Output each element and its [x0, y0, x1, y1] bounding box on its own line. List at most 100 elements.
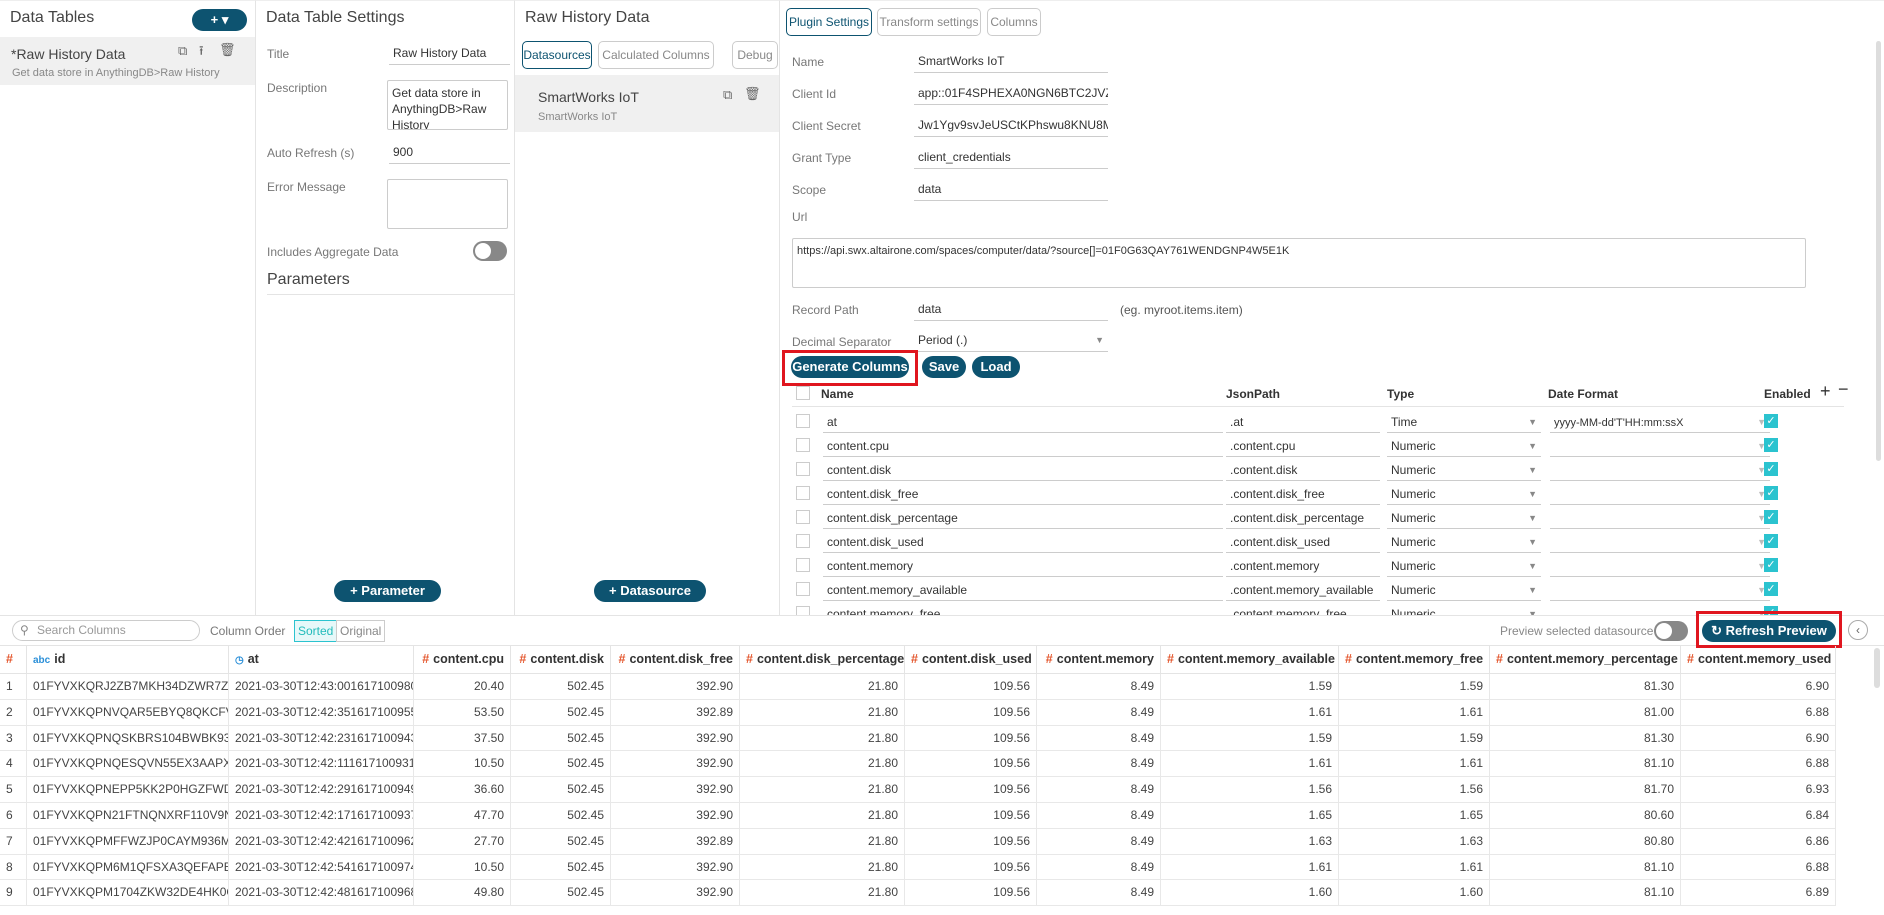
- grid-header-content-memory[interactable]: # content.memory: [1037, 646, 1161, 673]
- column-jsonpath-input[interactable]: .content.disk: [1226, 459, 1380, 481]
- enabled-checkbox[interactable]: ✓: [1764, 510, 1778, 524]
- date-format-select[interactable]: ▼: [1550, 579, 1770, 601]
- column-type-select[interactable]: Numeric ▼: [1387, 555, 1541, 577]
- datasource-item[interactable]: SmartWorks IoT SmartWorks IoT ⧉ 🗑: [515, 75, 779, 132]
- enabled-checkbox[interactable]: ✓: [1764, 438, 1778, 452]
- grid-cell: 01FYVXKQPM1704ZKW32DE4HK0G: [27, 880, 229, 907]
- copy-icon[interactable]: ⧉: [178, 43, 187, 59]
- column-name-input[interactable]: content.disk: [823, 459, 1223, 481]
- numeric-type-icon: #: [911, 652, 918, 666]
- date-format-select[interactable]: ▼: [1550, 435, 1770, 457]
- grid-cell: 01FYVXKQPN21FTNQNXRF110V9N: [27, 803, 229, 829]
- grid-cell: 109.56: [905, 725, 1037, 752]
- column-jsonpath-input[interactable]: .content.cpu: [1226, 435, 1380, 457]
- enabled-checkbox[interactable]: ✓: [1764, 558, 1778, 572]
- enabled-checkbox[interactable]: ✓: [1764, 414, 1778, 428]
- row-checkbox[interactable]: [796, 462, 810, 476]
- grid-cell: 109.56: [905, 699, 1037, 726]
- sorted-button[interactable]: Sorted: [294, 620, 338, 642]
- tab-debug[interactable]: Debug: [732, 41, 778, 69]
- row-checkbox[interactable]: [796, 534, 810, 548]
- column-type-select[interactable]: Numeric ▼: [1387, 579, 1541, 601]
- column-jsonpath-input[interactable]: .content.disk_percentage: [1226, 507, 1380, 529]
- enabled-checkbox[interactable]: ✓: [1764, 582, 1778, 596]
- original-button[interactable]: Original: [336, 620, 386, 642]
- column-jsonpath-input[interactable]: .content.disk_free: [1226, 483, 1380, 505]
- grid-header-content-disk-free[interactable]: # content.disk_free: [611, 646, 740, 673]
- auto-refresh-input[interactable]: 900: [389, 140, 510, 164]
- grid-header-content-memory-used[interactable]: # content.memory_used: [1681, 646, 1836, 673]
- title-input[interactable]: Raw History Data: [389, 41, 510, 65]
- preview-selected-toggle[interactable]: [1654, 621, 1688, 641]
- grid-header-content-memory-available[interactable]: # content.memory_available: [1161, 646, 1339, 673]
- collapse-button[interactable]: ‹: [1848, 620, 1868, 640]
- data-tables-panel: Data Tables + ▾ *Raw History Data Get da…: [0, 0, 256, 615]
- column-type-select[interactable]: Numeric ▼: [1387, 459, 1541, 481]
- enabled-checkbox[interactable]: ✓: [1764, 462, 1778, 476]
- grid-header-label: at: [247, 652, 259, 666]
- column-jsonpath-input[interactable]: .content.disk_used: [1226, 531, 1380, 553]
- row-checkbox[interactable]: [796, 438, 810, 452]
- date-format-select[interactable]: ▼: [1550, 459, 1770, 481]
- column-jsonpath-input[interactable]: .content.memory: [1226, 555, 1380, 577]
- column-type-select[interactable]: Numeric ▼: [1387, 435, 1541, 457]
- enabled-checkbox[interactable]: ✓: [1764, 534, 1778, 548]
- column-type-select[interactable]: Numeric ▼: [1387, 507, 1541, 529]
- column-type-select[interactable]: Time ▼: [1387, 411, 1541, 433]
- grid-scrollbar[interactable]: [1874, 648, 1880, 688]
- add-data-table-button[interactable]: + ▾: [192, 9, 247, 31]
- grid-cell: 2021-03-30T12:42:111617100931: [229, 751, 414, 778]
- column-type-select[interactable]: Numeric ▼: [1387, 531, 1541, 553]
- column-name-input[interactable]: content.disk_used: [823, 531, 1223, 553]
- grid-header-at[interactable]: ◷ at: [229, 646, 414, 673]
- aggregate-toggle[interactable]: [473, 241, 507, 261]
- add-parameter-button[interactable]: + Parameter: [334, 580, 441, 602]
- tab-calculated-columns[interactable]: Calculated Columns: [598, 41, 714, 69]
- row-checkbox[interactable]: [796, 582, 810, 596]
- grid-header-content-memory-percentage[interactable]: # content.memory_percentage: [1490, 646, 1681, 673]
- column-type-select[interactable]: Numeric ▼: [1387, 483, 1541, 505]
- grid-header-content-cpu[interactable]: # content.cpu: [414, 646, 511, 673]
- date-format-select[interactable]: yyyy-MM-dd'T'HH:mm:ssX ▼: [1550, 411, 1770, 433]
- grid-header-content-disk-used[interactable]: # content.disk_used: [905, 646, 1037, 673]
- trash-icon[interactable]: 🗑: [744, 86, 761, 102]
- grid-header-content-disk-percentage[interactable]: # content.disk_percentage: [740, 646, 905, 673]
- trash-icon[interactable]: 🗑: [219, 42, 236, 58]
- grid-header-content-memory-free[interactable]: # content.memory_free: [1339, 646, 1490, 673]
- grid-cell: 49.80: [414, 880, 511, 907]
- column-type-value: Numeric: [1391, 439, 1436, 453]
- search-columns-input[interactable]: ⚲ Search Columns: [12, 620, 200, 641]
- row-checkbox[interactable]: [796, 558, 810, 572]
- column-name-input[interactable]: content.cpu: [823, 435, 1223, 457]
- column-name-input[interactable]: content.disk_percentage: [823, 507, 1223, 529]
- row-checkbox[interactable]: [796, 486, 810, 500]
- row-checkbox[interactable]: [796, 510, 810, 524]
- preview-toolbar: ⚲ Search Columns Column Order Sorted Orig…: [0, 611, 1884, 648]
- copy-icon[interactable]: ⧉: [723, 87, 732, 103]
- date-format-select[interactable]: ▼: [1550, 555, 1770, 577]
- date-format-select[interactable]: ▼: [1550, 531, 1770, 553]
- enabled-checkbox[interactable]: ✓: [1764, 486, 1778, 500]
- column-name-input[interactable]: at: [823, 411, 1223, 433]
- add-datasource-button[interactable]: + Datasource: [594, 580, 706, 602]
- grid-header-id[interactable]: abc id: [27, 646, 229, 673]
- column-jsonpath-input[interactable]: .content.memory_available: [1226, 579, 1380, 601]
- description-textarea[interactable]: Get data store in AnythingDB>Raw History: [387, 80, 508, 130]
- column-jsonpath-input[interactable]: .at: [1226, 411, 1380, 433]
- column-name-input[interactable]: content.memory: [823, 555, 1223, 577]
- error-message-textarea[interactable]: [387, 179, 508, 229]
- grid-header-row-number[interactable]: #: [0, 646, 27, 673]
- vertical-scrollbar[interactable]: [1876, 41, 1881, 461]
- column-name-input[interactable]: content.memory_available: [823, 579, 1223, 601]
- date-format-select[interactable]: ▼: [1550, 507, 1770, 529]
- data-table-item[interactable]: *Raw History Data Get data store in Anyt…: [0, 37, 255, 85]
- column-name-input[interactable]: content.disk_free: [823, 483, 1223, 505]
- grid-cell: 2021-03-30T12:42:171617100937: [229, 803, 414, 829]
- grid-header-content-disk[interactable]: # content.disk: [511, 646, 611, 673]
- grid-cell: 2021-03-30T12:43:001617100980: [229, 674, 414, 700]
- grid-cell: 502.45: [511, 854, 611, 881]
- date-format-select[interactable]: ▼: [1550, 483, 1770, 505]
- tab-datasources[interactable]: Datasources: [522, 41, 592, 69]
- upload-icon[interactable]: ⭱: [199, 42, 204, 64]
- row-checkbox[interactable]: [796, 414, 810, 428]
